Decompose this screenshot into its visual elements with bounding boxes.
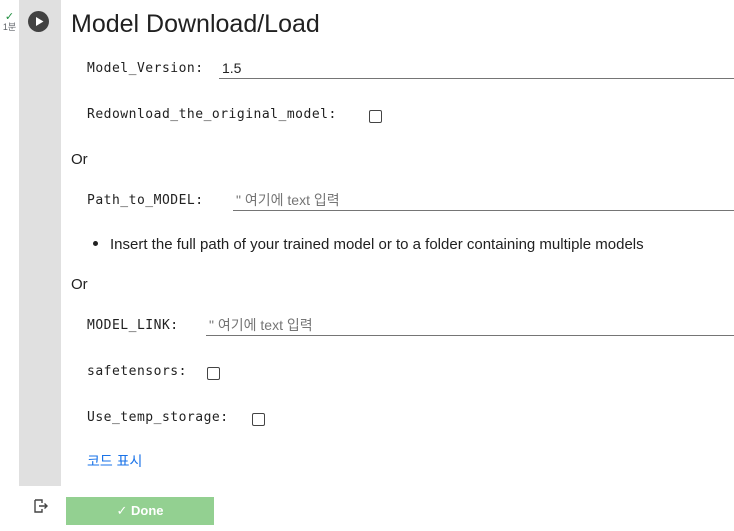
or-separator-2: Or [71,276,88,293]
path-help-bullet: Insert the full path of your trained mod… [93,236,644,253]
safetensors-checkbox[interactable] [207,367,220,380]
bullet-dot [93,240,98,246]
path-to-model-input[interactable] [233,189,734,211]
check-icon: ✓ [4,11,15,23]
or-separator-1: Or [71,151,88,168]
model-version-input[interactable] [219,57,734,79]
model-link-input[interactable] [206,314,734,336]
path-help-text: Insert the full path of your trained mod… [110,236,644,253]
execution-time: 1분 [2,22,17,32]
form-title: Model Download/Load [71,10,320,38]
cell-sidebar [19,0,61,486]
model-link-label: MODEL_LINK: [87,318,179,333]
cell-gutter [0,0,19,531]
redownload-checkbox[interactable] [369,110,382,123]
use-temp-storage-label: Use_temp_storage: [87,410,229,425]
redownload-label: Redownload_the_original_model: [87,107,337,122]
play-icon [36,17,44,26]
use-temp-storage-checkbox[interactable] [252,413,265,426]
run-cell-button[interactable] [28,11,49,32]
safetensors-label: safetensors: [87,364,187,379]
execution-status: ✓ 1분 [0,11,19,33]
show-code-link[interactable]: 코드 표시 [87,451,142,471]
done-button[interactable]: ✓ Done [66,497,214,525]
path-to-model-label: Path_to_MODEL: [87,193,204,208]
model-version-label: Model_Version: [87,61,204,76]
output-redirect-icon[interactable] [33,498,49,514]
